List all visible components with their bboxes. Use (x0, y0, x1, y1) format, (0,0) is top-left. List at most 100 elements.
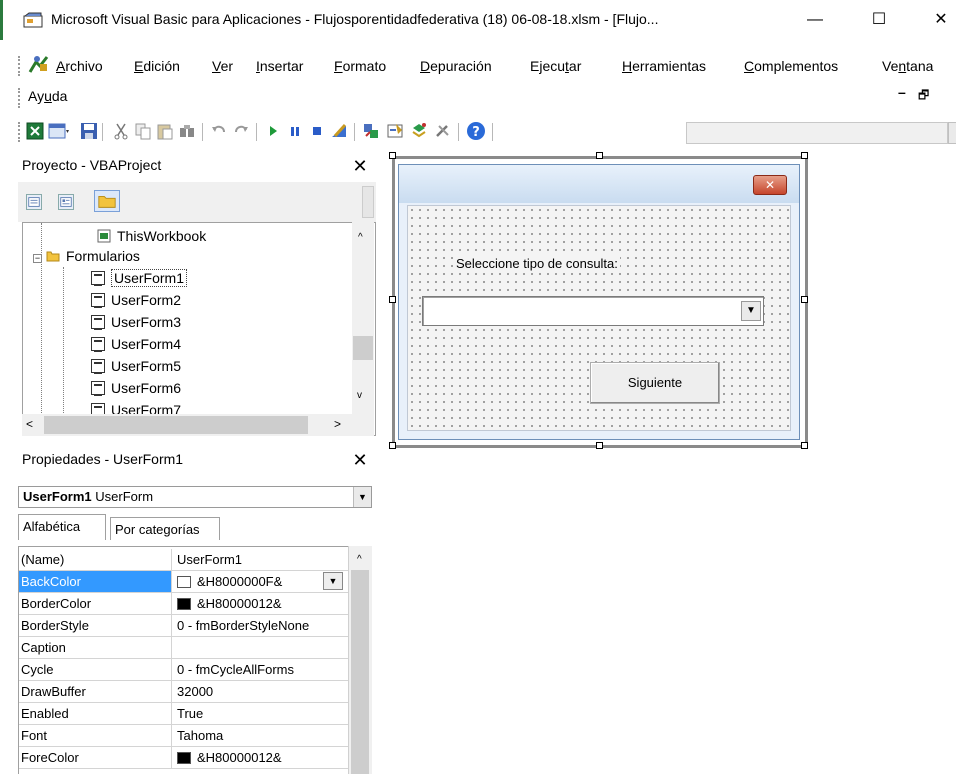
project-toolbar-overflow[interactable] (362, 186, 374, 218)
properties-vscroll-thumb[interactable] (351, 570, 369, 774)
undo-icon[interactable] (210, 122, 228, 140)
toolbar-options-button[interactable] (948, 122, 956, 144)
save-icon[interactable] (80, 122, 98, 140)
paste-icon[interactable] (156, 122, 174, 140)
pause-icon[interactable] (286, 122, 304, 140)
menu-ver[interactable]: Ver (212, 58, 233, 74)
property-value[interactable]: &H80000012& (177, 593, 347, 614)
menu-complementos[interactable]: Complementos (744, 58, 838, 74)
view-code-icon[interactable] (26, 194, 42, 210)
property-row[interactable]: BorderStyle 0 - fmBorderStyleNone (19, 615, 348, 637)
consulta-combobox[interactable]: ▼ (422, 296, 764, 326)
resize-handle[interactable] (389, 442, 396, 449)
scroll-up-icon[interactable]: ^ (357, 554, 362, 565)
cut-icon[interactable] (112, 122, 130, 140)
userform-caption-bar[interactable]: ✕ (399, 165, 799, 203)
property-row[interactable]: DrawBuffer 32000 (19, 681, 348, 703)
tree-item-userform1[interactable]: UserForm1 (91, 267, 188, 289)
mdi-minimize-button[interactable]: – (898, 84, 906, 100)
project-horizontal-scrollbar[interactable]: < > (22, 414, 374, 436)
menubar-grip[interactable] (18, 56, 22, 76)
userform-window[interactable]: ✕ Seleccione tipo de consulta: ▼ Siguien… (398, 164, 800, 440)
menu-formato[interactable]: Formato (334, 58, 386, 74)
vba-menu-icon[interactable] (28, 54, 50, 74)
properties-window-icon[interactable] (386, 122, 404, 140)
property-value[interactable]: Tahoma (177, 725, 347, 746)
property-row[interactable]: ForeColor &H80000012& (19, 747, 348, 769)
properties-panel-close-button[interactable]: ✕ (348, 446, 372, 472)
view-object-icon[interactable] (58, 194, 74, 210)
property-row[interactable]: BackColor &H8000000F& ▼ (19, 571, 348, 593)
properties-vertical-scrollbar[interactable]: ^ (348, 546, 372, 774)
scroll-left-icon[interactable]: < (26, 417, 33, 431)
chevron-down-icon[interactable]: ▼ (323, 572, 343, 590)
menu-ejecutar[interactable]: Ejecutar (530, 58, 581, 74)
property-row[interactable]: BorderColor &H80000012& (19, 593, 348, 615)
property-row[interactable]: Font Tahoma (19, 725, 348, 747)
resize-handle[interactable] (389, 152, 396, 159)
menu-edicion[interactable]: Edición (134, 58, 180, 74)
resize-handle[interactable] (801, 152, 808, 159)
property-value[interactable]: UserForm1 (177, 549, 347, 570)
tree-item-thisworkbook[interactable]: ThisWorkbook (97, 225, 206, 247)
copy-icon[interactable] (134, 122, 152, 140)
menu-depuracion[interactable]: Depuración (420, 58, 492, 74)
resize-handle[interactable] (801, 442, 808, 449)
property-row[interactable]: (Name) UserForm1 (19, 549, 348, 571)
object-selector[interactable]: UserForm1 UserForm ▼ (18, 486, 372, 508)
menu-insertar[interactable]: Insertar (256, 58, 303, 74)
menu-herramientas[interactable]: Herramientas (622, 58, 706, 74)
mdi-restore-button[interactable]: 🗗 (918, 86, 929, 107)
project-vertical-scrollbar[interactable]: ^ v (352, 222, 374, 414)
property-value[interactable]: 0 - fmCycleAllForms (177, 659, 347, 680)
project-panel-close-button[interactable]: ✕ (348, 152, 372, 178)
chevron-down-icon[interactable]: ▼ (741, 301, 761, 321)
userform-client-area[interactable]: Seleccione tipo de consulta: ▼ Siguiente (407, 205, 791, 431)
resize-handle[interactable] (596, 152, 603, 159)
redo-icon[interactable] (232, 122, 250, 140)
scroll-down-icon[interactable]: v (357, 390, 362, 401)
property-value[interactable]: &H80000012& (177, 747, 347, 768)
property-row[interactable]: Enabled True (19, 703, 348, 725)
toolbox-icon[interactable] (434, 122, 452, 140)
project-vscroll-thumb[interactable] (353, 336, 373, 360)
menu-archivo[interactable]: Archivo (56, 58, 103, 74)
run-icon[interactable] (264, 122, 282, 140)
insert-userform-icon[interactable] (48, 122, 70, 140)
minimize-button[interactable]: — (801, 8, 829, 32)
collapse-icon[interactable]: − (33, 254, 42, 263)
menu-ayuda[interactable]: Ayuda (28, 88, 67, 104)
object-browser-icon[interactable] (410, 122, 428, 140)
scroll-right-icon[interactable]: > (334, 417, 341, 431)
resize-handle[interactable] (596, 442, 603, 449)
help-icon[interactable]: ? (466, 121, 486, 141)
menu-ventana[interactable]: Ventana (882, 58, 933, 74)
menubar-grip-2[interactable] (18, 88, 22, 108)
tree-item-userform6[interactable]: UserForm6 (91, 377, 181, 399)
tree-item-userform5[interactable]: UserForm5 (91, 355, 181, 377)
toolbar-grip[interactable] (18, 122, 22, 142)
tab-alfabetica[interactable]: Alfabética (18, 514, 106, 540)
chevron-down-icon[interactable]: ▼ (353, 487, 371, 507)
property-value[interactable]: &H8000000F& ▼ (177, 571, 347, 592)
toggle-folders-icon[interactable] (94, 190, 120, 212)
property-value[interactable]: True (177, 703, 347, 724)
view-excel-icon[interactable] (26, 122, 44, 140)
property-row[interactable]: Cycle 0 - fmCycleAllForms (19, 659, 348, 681)
tree-item-userform3[interactable]: UserForm3 (91, 311, 181, 333)
siguiente-button[interactable]: Siguiente (590, 362, 720, 404)
property-value[interactable]: 0 - fmBorderStyleNone (177, 615, 347, 636)
close-icon[interactable]: ✕ (753, 175, 787, 195)
scroll-up-icon[interactable]: ^ (358, 232, 363, 243)
tree-item-formularios[interactable]: − Formularios (33, 245, 140, 267)
close-button[interactable]: ✕ (927, 8, 955, 32)
tree-item-userform4[interactable]: UserForm4 (91, 333, 181, 355)
property-value[interactable] (177, 637, 347, 658)
property-value[interactable]: 32000 (177, 681, 347, 702)
tab-por-categorias[interactable]: Por categorías (110, 517, 220, 540)
reset-icon[interactable] (308, 122, 326, 140)
property-row[interactable]: Caption (19, 637, 348, 659)
resize-handle[interactable] (801, 296, 808, 303)
project-explorer-icon[interactable] (362, 122, 380, 140)
find-icon[interactable] (178, 122, 196, 140)
